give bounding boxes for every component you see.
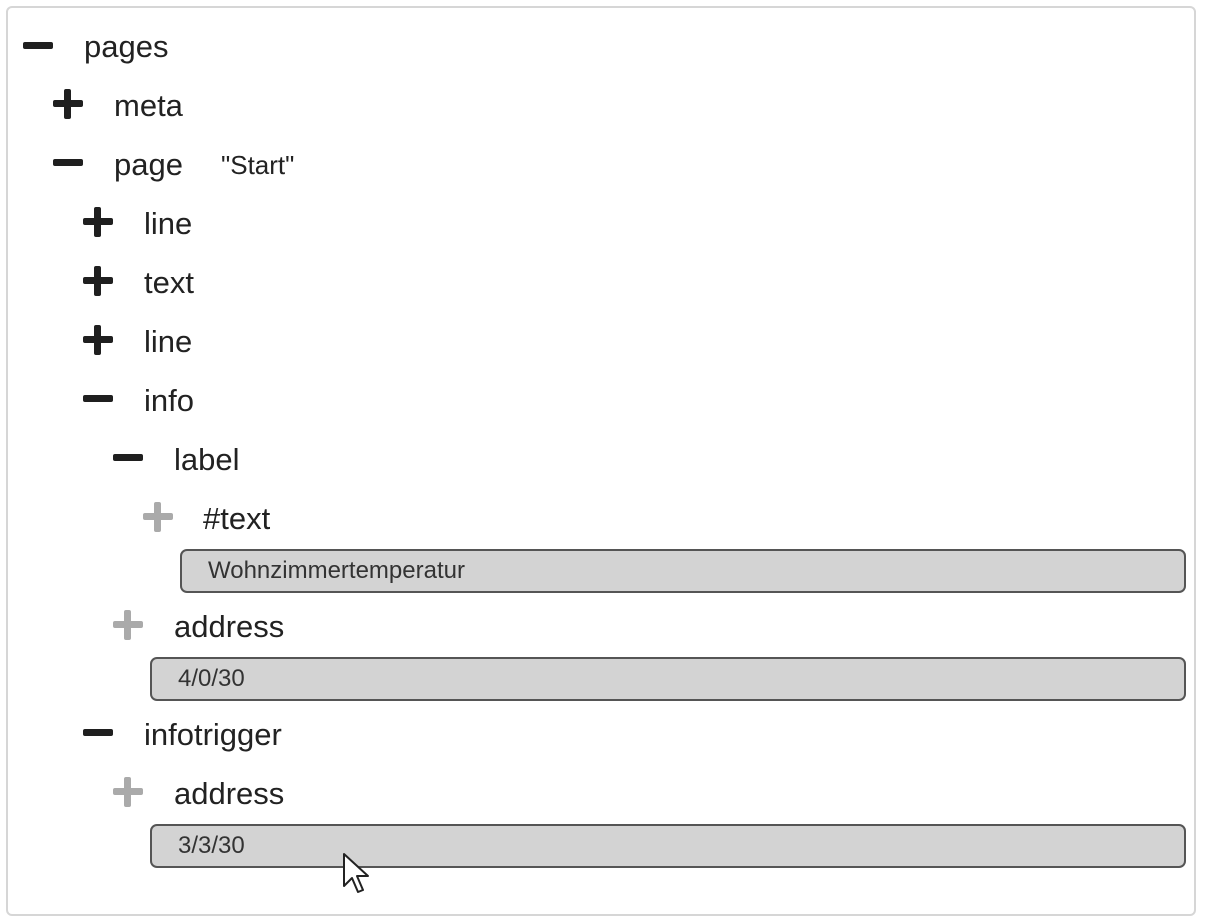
plus-icon-v: [124, 610, 131, 640]
collapse-infotrigger-minus-icon[interactable]: [83, 718, 113, 748]
collapse-pages-minus-icon[interactable]: [23, 31, 53, 61]
tree-node-pages[interactable]: pages: [84, 27, 168, 67]
collapse-page-minus-icon[interactable]: [53, 148, 83, 178]
infotrigger-address-plus-icon: [113, 777, 143, 807]
minus-icon: [83, 729, 113, 736]
plus-icon-v: [94, 207, 101, 237]
info-address-plus-icon: [113, 610, 143, 640]
text-node-plus-icon: [143, 502, 173, 532]
info-address-field[interactable]: 4/0/30: [150, 657, 1186, 701]
tree-node-page[interactable]: page: [114, 145, 183, 185]
plus-icon-v: [94, 325, 101, 355]
tree-node-text-content[interactable]: #text: [203, 499, 270, 539]
tree-node-info[interactable]: info: [144, 381, 194, 421]
expand-text-plus-icon[interactable]: [83, 266, 113, 296]
label-text-field[interactable]: Wohnzimmertemperatur: [180, 549, 1186, 593]
expand-line-plus-icon[interactable]: [83, 207, 113, 237]
tree-node-text[interactable]: text: [144, 263, 194, 303]
minus-icon: [83, 395, 113, 402]
tree-node-label[interactable]: label: [174, 440, 240, 480]
tree-node-line[interactable]: line: [144, 322, 192, 362]
page-name-attribute: "Start": [221, 150, 295, 180]
tree-node-infotrigger[interactable]: infotrigger: [144, 715, 282, 755]
collapse-info-minus-icon[interactable]: [83, 384, 113, 414]
minus-icon: [113, 454, 143, 461]
collapse-label-minus-icon[interactable]: [113, 443, 143, 473]
plus-icon-v: [94, 266, 101, 296]
infotrigger-address-field[interactable]: 3/3/30: [150, 824, 1186, 868]
tree-node-meta[interactable]: meta: [114, 86, 183, 126]
tree-node-address[interactable]: address: [174, 774, 284, 814]
expand-line-plus-icon[interactable]: [83, 325, 113, 355]
expand-meta-plus-icon[interactable]: [53, 89, 83, 119]
minus-icon: [23, 42, 53, 49]
plus-icon-v: [64, 89, 71, 119]
tree-node-address[interactable]: address: [174, 607, 284, 647]
minus-icon: [53, 159, 83, 166]
plus-icon-v: [124, 777, 131, 807]
tree-node-line[interactable]: line: [144, 204, 192, 244]
plus-icon-v: [154, 502, 161, 532]
mouse-pointer-icon: [343, 853, 369, 893]
